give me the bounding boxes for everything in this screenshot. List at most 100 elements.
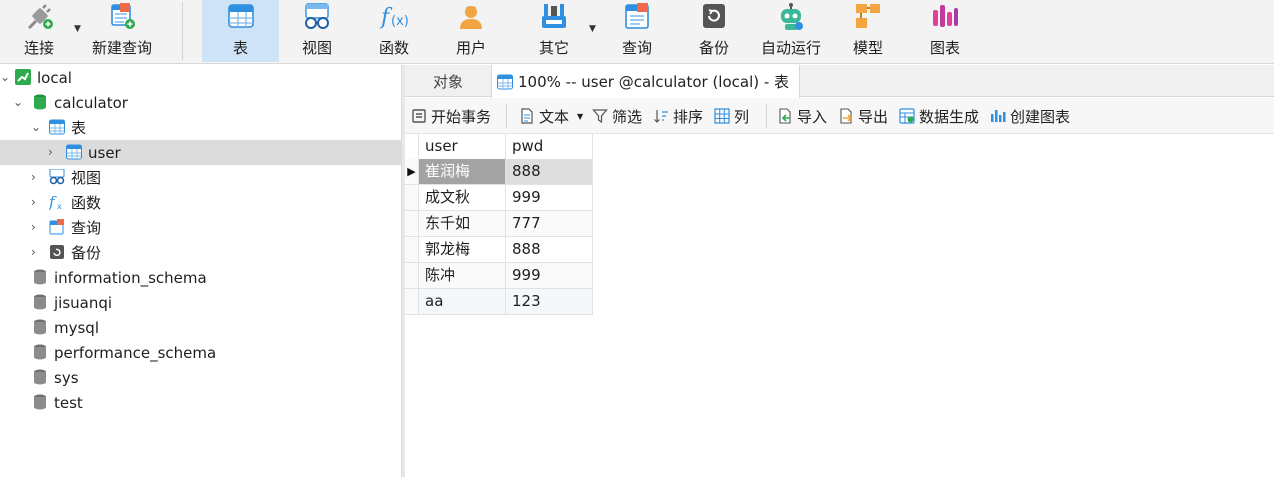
column-header[interactable]: pwd (506, 134, 593, 160)
auto-run-button[interactable]: 自动运行 (758, 0, 824, 62)
create-chart-button[interactable]: 创建图表 (990, 106, 1070, 126)
filter-button[interactable]: 筛选 (592, 106, 642, 126)
table-cell[interactable]: 888 (506, 159, 593, 185)
row-gutter[interactable] (405, 263, 419, 289)
export-button[interactable]: 导出 (838, 106, 888, 126)
connect-plug-icon (23, 2, 55, 32)
table-cell[interactable]: 陈冲 (419, 263, 506, 289)
table-cell[interactable]: aa (419, 289, 506, 315)
database-label: calculator (54, 93, 128, 112)
chart-button[interactable]: 图表 (912, 0, 978, 62)
query-icon (621, 2, 653, 32)
tree-item-database[interactable]: information_schema (0, 265, 401, 290)
row-gutter[interactable] (405, 289, 419, 315)
table-cell[interactable]: 郭龙梅 (419, 237, 506, 263)
user-label: 用户 (455, 39, 486, 57)
user-icon (455, 2, 487, 32)
tree-item-database-calculator[interactable]: ⌄ calculator (0, 90, 401, 115)
transaction-icon (411, 108, 427, 124)
begin-transaction-button[interactable]: 开始事务 (411, 106, 491, 126)
other-dropdown-arrow[interactable]: ▼ (589, 24, 596, 34)
query-button[interactable]: 查询 (604, 0, 670, 62)
row-gutter[interactable] (405, 237, 419, 263)
tree-item-tables[interactable]: ⌄ 表 (0, 115, 401, 140)
table-row[interactable]: 东千如 777 (405, 211, 593, 237)
table-row[interactable]: ▶ 崔润梅 888 (405, 159, 593, 185)
function-button[interactable]: f (x) 函数 (361, 0, 427, 62)
text-view-button[interactable]: 文本 ▼ (519, 106, 583, 126)
data-generation-button[interactable]: 数据生成 (899, 106, 979, 126)
table-cell[interactable]: 888 (506, 237, 593, 263)
table-cell[interactable]: 999 (506, 185, 593, 211)
group-label: 函数 (71, 194, 102, 212)
table-cell[interactable]: 123 (506, 289, 593, 315)
view-glasses-icon (49, 168, 65, 185)
filter-funnel-icon (592, 108, 608, 124)
row-gutter[interactable] (405, 185, 419, 211)
tab-objects[interactable]: 对象 (405, 65, 491, 97)
chevron-right-icon[interactable]: › (31, 171, 43, 183)
table-cell[interactable]: 999 (506, 263, 593, 289)
chevron-right-icon[interactable]: › (31, 196, 43, 208)
view-button[interactable]: 视图 (284, 0, 350, 62)
table-row[interactable]: aa 123 (405, 289, 593, 315)
chevron-right-icon[interactable]: › (31, 246, 43, 258)
chevron-down-icon: ▼ (577, 111, 584, 121)
main-toolbar: 连接 ▼ 新建查询 表 视图 f (x) 函数 用户 其它 ▼ 查询 备份 自动… (0, 0, 1274, 64)
begin-transaction-label: 开始事务 (431, 107, 492, 126)
chevron-down-icon[interactable]: ⌄ (13, 96, 25, 108)
tab-table-user[interactable]: 100% -- user @calculator (local) - 表 (491, 65, 800, 98)
tree-item-table-user[interactable]: › user (0, 140, 401, 165)
database-icon (32, 294, 48, 310)
tree-item-database[interactable]: jisuanqi (0, 290, 401, 315)
backup-button[interactable]: 备份 (681, 0, 747, 62)
tree-item-database[interactable]: sys (0, 365, 401, 390)
model-button[interactable]: 模型 (835, 0, 901, 62)
tab-label: 对象 (432, 72, 463, 91)
chart-bars-icon (990, 108, 1006, 124)
database-icon (32, 94, 48, 110)
database-label: sys (54, 368, 79, 387)
tree-item-database[interactable]: mysql (0, 315, 401, 340)
database-icon (32, 369, 48, 385)
model-label: 模型 (852, 39, 883, 57)
tree-item-database[interactable]: performance_schema (0, 340, 401, 365)
table-row[interactable]: 陈冲 999 (405, 263, 593, 289)
chevron-right-icon[interactable]: › (48, 146, 60, 158)
tree-item-views[interactable]: › 视图 (0, 165, 401, 190)
connect-dropdown-arrow[interactable]: ▼ (74, 24, 81, 34)
other-button[interactable]: 其它 (521, 0, 587, 62)
row-gutter[interactable] (405, 211, 419, 237)
connect-button[interactable]: 连接 (6, 0, 72, 62)
table-icon (66, 144, 82, 160)
connect-label: 连接 (23, 39, 54, 57)
tree-item-backups[interactable]: › 备份 (0, 240, 401, 265)
table-cell[interactable]: 崔润梅 (419, 159, 506, 185)
table-button[interactable]: 表 (202, 0, 279, 62)
chevron-down-icon[interactable]: ⌄ (0, 71, 12, 83)
table-cell[interactable]: 成文秋 (419, 185, 506, 211)
sort-button[interactable]: 排序 (653, 106, 703, 126)
data-generation-label: 数据生成 (919, 107, 980, 126)
export-label: 导出 (858, 107, 889, 126)
table-cell[interactable]: 777 (506, 211, 593, 237)
table-row[interactable]: 郭龙梅 888 (405, 237, 593, 263)
import-button[interactable]: 导入 (777, 106, 827, 126)
tree-item-functions[interactable]: › fx 函数 (0, 190, 401, 215)
database-label: performance_schema (54, 343, 217, 362)
table-row[interactable]: 成文秋 999 (405, 185, 593, 211)
database-icon (32, 394, 48, 410)
tree-item-connection[interactable]: ⌄ local (0, 65, 401, 90)
database-label: information_schema (54, 268, 207, 287)
data-toolbar: 开始事务 文本 ▼ 筛选 排序 列 导入 导出 数据生成 创建图表 (405, 98, 1274, 134)
column-header[interactable]: user (419, 134, 506, 160)
tree-item-database[interactable]: test (0, 390, 401, 415)
columns-button[interactable]: 列 (714, 106, 749, 126)
chevron-down-icon[interactable]: ⌄ (31, 121, 43, 133)
new-query-button[interactable]: 新建查询 (88, 0, 156, 62)
table-cell[interactable]: 东千如 (419, 211, 506, 237)
chevron-right-icon[interactable]: › (31, 221, 43, 233)
user-button[interactable]: 用户 (438, 0, 504, 62)
row-gutter[interactable]: ▶ (405, 159, 419, 185)
tree-item-queries[interactable]: › 查询 (0, 215, 401, 240)
